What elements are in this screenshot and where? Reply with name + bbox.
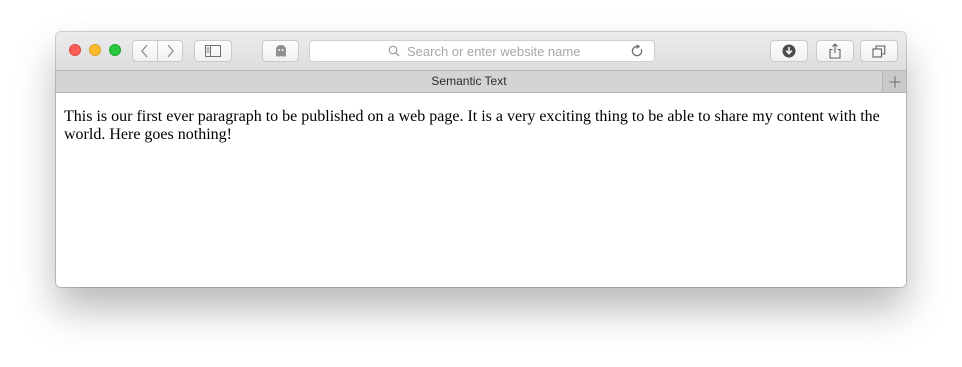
- tabs-overview-icon: [872, 44, 886, 58]
- tab-bar: Semantic Text: [56, 70, 906, 93]
- sidebar-button[interactable]: [194, 40, 232, 62]
- close-button[interactable]: [69, 44, 81, 56]
- address-placeholder: Search or enter website name: [407, 44, 581, 59]
- browser-window: Search or enter website name Semantic Te…: [56, 32, 906, 287]
- tab-overview-button[interactable]: [860, 40, 898, 62]
- download-icon: [782, 44, 796, 58]
- reload-icon[interactable]: [631, 44, 644, 58]
- privacy-report-button[interactable]: [262, 40, 299, 62]
- chevron-left-icon: [141, 44, 148, 58]
- ghost-icon: [275, 45, 286, 57]
- page-paragraph: This is our first ever paragraph to be p…: [64, 108, 880, 143]
- new-tab-button[interactable]: [882, 71, 906, 92]
- share-icon: [829, 43, 841, 59]
- zoom-button[interactable]: [109, 44, 121, 56]
- downloads-button[interactable]: [770, 40, 808, 62]
- back-button[interactable]: [132, 40, 158, 62]
- address-bar[interactable]: Search or enter website name: [309, 40, 655, 62]
- forward-button[interactable]: [157, 40, 183, 62]
- search-icon: [388, 45, 400, 57]
- minimize-button[interactable]: [89, 44, 101, 56]
- share-button[interactable]: [816, 40, 854, 62]
- toolbar: Search or enter website name: [56, 32, 906, 70]
- sidebar-icon: [205, 45, 221, 57]
- active-tab-title[interactable]: Semantic Text: [56, 74, 882, 88]
- page-content: This is our first ever paragraph to be p…: [56, 93, 906, 287]
- plus-icon: [889, 76, 900, 87]
- chevron-right-icon: [167, 44, 174, 58]
